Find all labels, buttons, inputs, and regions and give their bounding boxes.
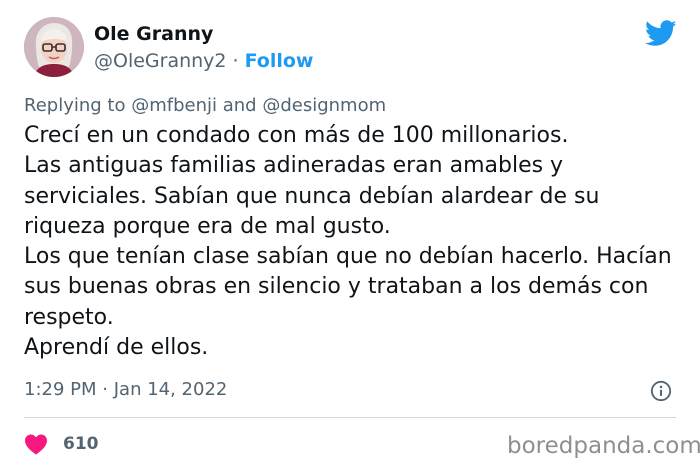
tweet-time: 1:29 PM — [24, 379, 97, 400]
reply-context: Replying to @mfbenji and @designmom — [24, 95, 386, 117]
divider — [24, 417, 676, 418]
avatar-grandma-glasses — [24, 17, 84, 77]
boredpanda-watermark: boredpanda.com — [507, 433, 700, 459]
like-count: 610 — [63, 434, 99, 454]
heart-icon — [25, 434, 47, 455]
handle-separator: · — [232, 50, 239, 72]
reply-prefix: Replying to — [24, 95, 126, 116]
avatar[interactable] — [24, 17, 84, 77]
reply-conjunction: and — [222, 95, 257, 116]
tweet-card: Ole Granny @OleGranny2 · Follow Replying t… — [0, 0, 700, 471]
reply-mention-mfbenji[interactable]: @mfbenji — [131, 95, 217, 116]
follow-button[interactable]: Follow — [245, 50, 314, 72]
twitter-bird-icon[interactable] — [645, 20, 677, 47]
tweet-timestamp[interactable]: 1:29 PM · Jan 14, 2022 — [24, 378, 227, 402]
author-handle-row: @OleGranny2 · Follow — [94, 49, 313, 73]
timestamp-separator: · — [102, 379, 108, 400]
author-handle[interactable]: @OleGranny2 — [94, 50, 227, 72]
reply-mention-designmom[interactable]: @designmom — [262, 95, 386, 116]
tweet-date: Jan 14, 2022 — [113, 379, 228, 400]
info-icon[interactable] — [650, 380, 672, 402]
like-button[interactable]: 610 — [24, 432, 99, 456]
tweet-text: Crecí en un condado con más de 100 millo… — [24, 123, 672, 361]
author-display-name[interactable]: Ole Granny — [94, 22, 213, 46]
